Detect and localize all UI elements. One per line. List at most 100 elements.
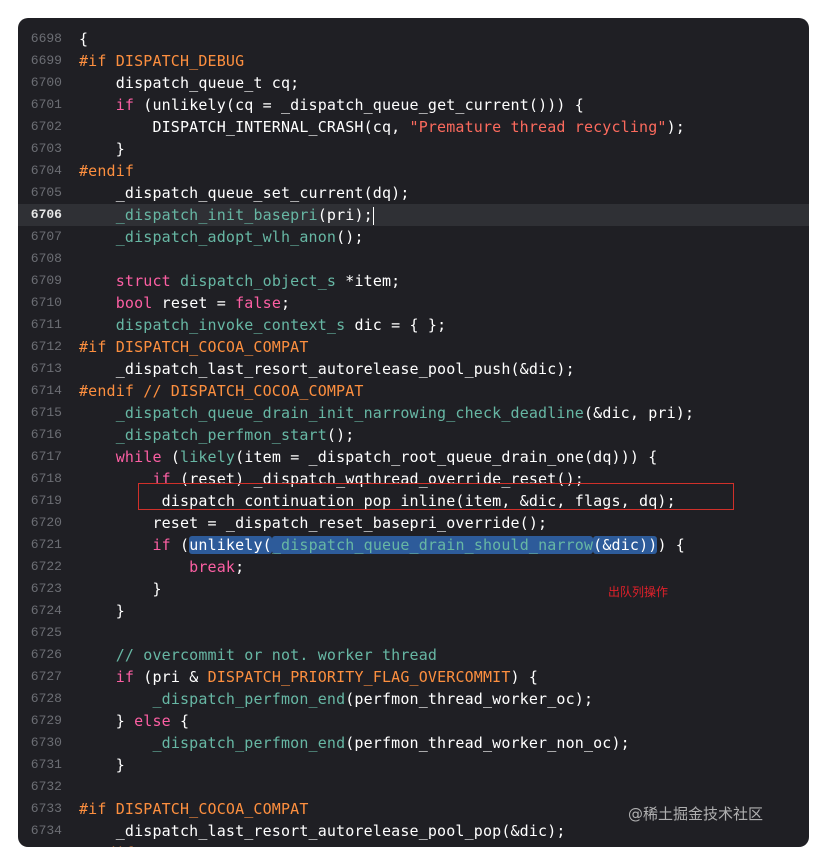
code-text[interactable]: if (reset) _dispatch_wqthread_override_r…	[79, 468, 584, 490]
code-line[interactable]: 6703 }	[18, 138, 809, 160]
code-text[interactable]: _dispatch_continuation_pop_inline(item, …	[79, 490, 676, 512]
code-line[interactable]: 6702 DISPATCH_INTERNAL_CRASH(cq, "Premat…	[18, 116, 809, 138]
code-text[interactable]: _dispatch_queue_set_current(dq);	[79, 182, 410, 204]
line-number: 6720	[30, 515, 62, 530]
code-token: }	[79, 756, 125, 774]
line-number: 6726	[30, 647, 62, 662]
code-line[interactable]: 6727 if (pri & DISPATCH_PRIORITY_FLAG_OV…	[18, 666, 809, 688]
code-line[interactable]: 6735 #endif // DISPATCH_COCOA_COMPAT	[18, 842, 809, 847]
code-text[interactable]: #endif // DISPATCH_COCOA_COMPAT	[79, 842, 364, 847]
code-text[interactable]: _dispatch_init_basepri(pri);	[79, 204, 374, 226]
code-text[interactable]: }	[79, 600, 125, 622]
code-line[interactable]: 6713 _dispatch_last_resort_autorelease_p…	[18, 358, 809, 380]
code-text[interactable]: _dispatch_adopt_wlh_anon();	[79, 226, 364, 248]
code-line[interactable]: 6722 break;	[18, 556, 809, 578]
code-line[interactable]: 6731 }	[18, 754, 809, 776]
code-line[interactable]: 6710 bool reset = false;	[18, 292, 809, 314]
code-line[interactable]: 6719 _dispatch_continuation_pop_inline(i…	[18, 490, 809, 512]
code-lines: 6698 {6699 #if DISPATCH_DEBUG 6700 dispatch…	[18, 28, 809, 847]
code-text[interactable]: #if DISPATCH_COCOA_COMPAT	[79, 798, 309, 820]
code-text[interactable]: if (unlikely(_dispatch_queue_drain_shoul…	[79, 534, 685, 556]
code-text[interactable]: reset = _dispatch_reset_basepri_override…	[79, 512, 547, 534]
code-line[interactable]: 6721 if (unlikely(_dispatch_queue_drain_…	[18, 534, 809, 556]
code-token: _dispatch_init_basepri	[115, 206, 318, 224]
code-line[interactable]: 6712 #if DISPATCH_COCOA_COMPAT	[18, 336, 809, 358]
code-line[interactable]: 6711 dispatch_invoke_context_s dic = { }…	[18, 314, 809, 336]
code-line[interactable]: 6720 reset = _dispatch_reset_basepri_ove…	[18, 512, 809, 534]
code-line[interactable]: 6709 struct dispatch_object_s *item;	[18, 270, 809, 292]
code-line[interactable]: 6726 // overcommit or not. worker thread	[18, 644, 809, 666]
code-token: struct	[115, 272, 171, 290]
code-line[interactable]: 6708	[18, 248, 809, 270]
selected-code-token: (&dic))	[593, 536, 658, 554]
code-text[interactable]: if (pri & DISPATCH_PRIORITY_FLAG_OVERCOM…	[79, 666, 538, 688]
code-line[interactable]: 6717 while (likely(item = _dispatch_root…	[18, 446, 809, 468]
code-text[interactable]: }	[79, 754, 125, 776]
code-line[interactable]: 6729 } else {	[18, 710, 809, 732]
code-token: ;	[281, 294, 291, 312]
code-text[interactable]: _dispatch_perfmon_end(perfmon_thread_wor…	[79, 732, 630, 754]
line-number: 6722	[30, 559, 62, 574]
line-number: 6710	[30, 295, 62, 310]
selected-code-token: _dispatch_queue_drain_should_narrow	[271, 536, 594, 554]
code-line[interactable]: 6715 _dispatch_queue_drain_init_narrowin…	[18, 402, 809, 424]
code-line[interactable]: 6730 _dispatch_perfmon_end(perfmon_threa…	[18, 732, 809, 754]
code-line[interactable]: 6716 _dispatch_perfmon_start();	[18, 424, 809, 446]
line-number: 6703	[30, 141, 62, 156]
code-text[interactable]: struct dispatch_object_s *item;	[79, 270, 400, 292]
code-line[interactable]: 6725	[18, 622, 809, 644]
code-text[interactable]: {	[79, 28, 88, 50]
code-line[interactable]: 6707 _dispatch_adopt_wlh_anon();	[18, 226, 809, 248]
code-token: (reset) _dispatch_wqthread_override_rese…	[170, 470, 584, 488]
code-line[interactable]: 6698 {	[18, 28, 809, 50]
code-token: break	[189, 558, 236, 576]
code-line[interactable]: 6732	[18, 776, 809, 798]
code-text[interactable]: bool reset = false;	[79, 292, 290, 314]
code-text[interactable]: // overcommit or not. worker thread	[79, 644, 437, 666]
code-token: {	[79, 30, 89, 48]
code-line[interactable]: 6728 _dispatch_perfmon_end(perfmon_threa…	[18, 688, 809, 710]
code-text[interactable]: } else {	[79, 710, 189, 732]
code-text[interactable]: _dispatch_last_resort_autorelease_pool_p…	[79, 358, 575, 380]
line-number: 6713	[30, 361, 62, 376]
line-number: 6707	[30, 229, 62, 244]
code-text[interactable]: #if DISPATCH_DEBUG	[79, 50, 244, 72]
code-text[interactable]: _dispatch_last_resort_autorelease_pool_p…	[79, 820, 566, 842]
code-line[interactable]: 6704 #endif	[18, 160, 809, 182]
code-text[interactable]: #endif // DISPATCH_COCOA_COMPAT	[79, 380, 364, 402]
code-text[interactable]: break;	[79, 556, 244, 578]
code-token: bool	[115, 294, 153, 312]
code-token: (item = _dispatch_root_queue_drain_one(d…	[235, 448, 658, 466]
code-text[interactable]: dispatch_invoke_context_s dic = { };	[79, 314, 446, 336]
code-text[interactable]: }	[79, 578, 162, 600]
code-text[interactable]: _dispatch_perfmon_end(perfmon_thread_wor…	[79, 688, 593, 710]
code-text[interactable]: dispatch_queue_t cq;	[79, 72, 299, 94]
code-text[interactable]: _dispatch_perfmon_start();	[79, 424, 355, 446]
code-line[interactable]: 6700 dispatch_queue_t cq;	[18, 72, 809, 94]
code-line[interactable]: 6706 _dispatch_init_basepri(pri);	[18, 204, 809, 226]
line-number: 6727	[30, 669, 62, 684]
code-line[interactable]: 6705 _dispatch_queue_set_current(dq);	[18, 182, 809, 204]
code-text[interactable]: while (likely(item = _dispatch_root_queu…	[79, 446, 658, 468]
code-text[interactable]: if (unlikely(cq = _dispatch_queue_get_cu…	[79, 94, 584, 116]
code-line[interactable]: 6701 if (unlikely(cq = _dispatch_queue_g…	[18, 94, 809, 116]
line-number: 6724	[30, 603, 62, 618]
code-text[interactable]: }	[79, 138, 125, 160]
code-token: _dispatch_last_resort_autorelease_pool_p…	[79, 360, 575, 378]
code-text[interactable]: _dispatch_queue_drain_init_narrowing_che…	[79, 402, 694, 424]
code-text[interactable]: DISPATCH_INTERNAL_CRASH(cq, "Premature t…	[79, 116, 685, 138]
line-number: 6709	[30, 273, 62, 288]
code-token: reset = _dispatch_reset_basepri_override…	[79, 514, 548, 532]
code-line[interactable]: 6724 }	[18, 600, 809, 622]
code-text[interactable]: #endif	[79, 160, 134, 182]
code-token: _dispatch_queue_drain_init_narrowing_che…	[115, 404, 584, 422]
code-line[interactable]: 6699 #if DISPATCH_DEBUG	[18, 50, 809, 72]
code-line[interactable]: 6718 if (reset) _dispatch_wqthread_overr…	[18, 468, 809, 490]
code-line[interactable]: 6714 #endif // DISPATCH_COCOA_COMPAT	[18, 380, 809, 402]
code-line[interactable]: 6723 }	[18, 578, 809, 600]
code-text[interactable]: #if DISPATCH_COCOA_COMPAT	[79, 336, 309, 358]
